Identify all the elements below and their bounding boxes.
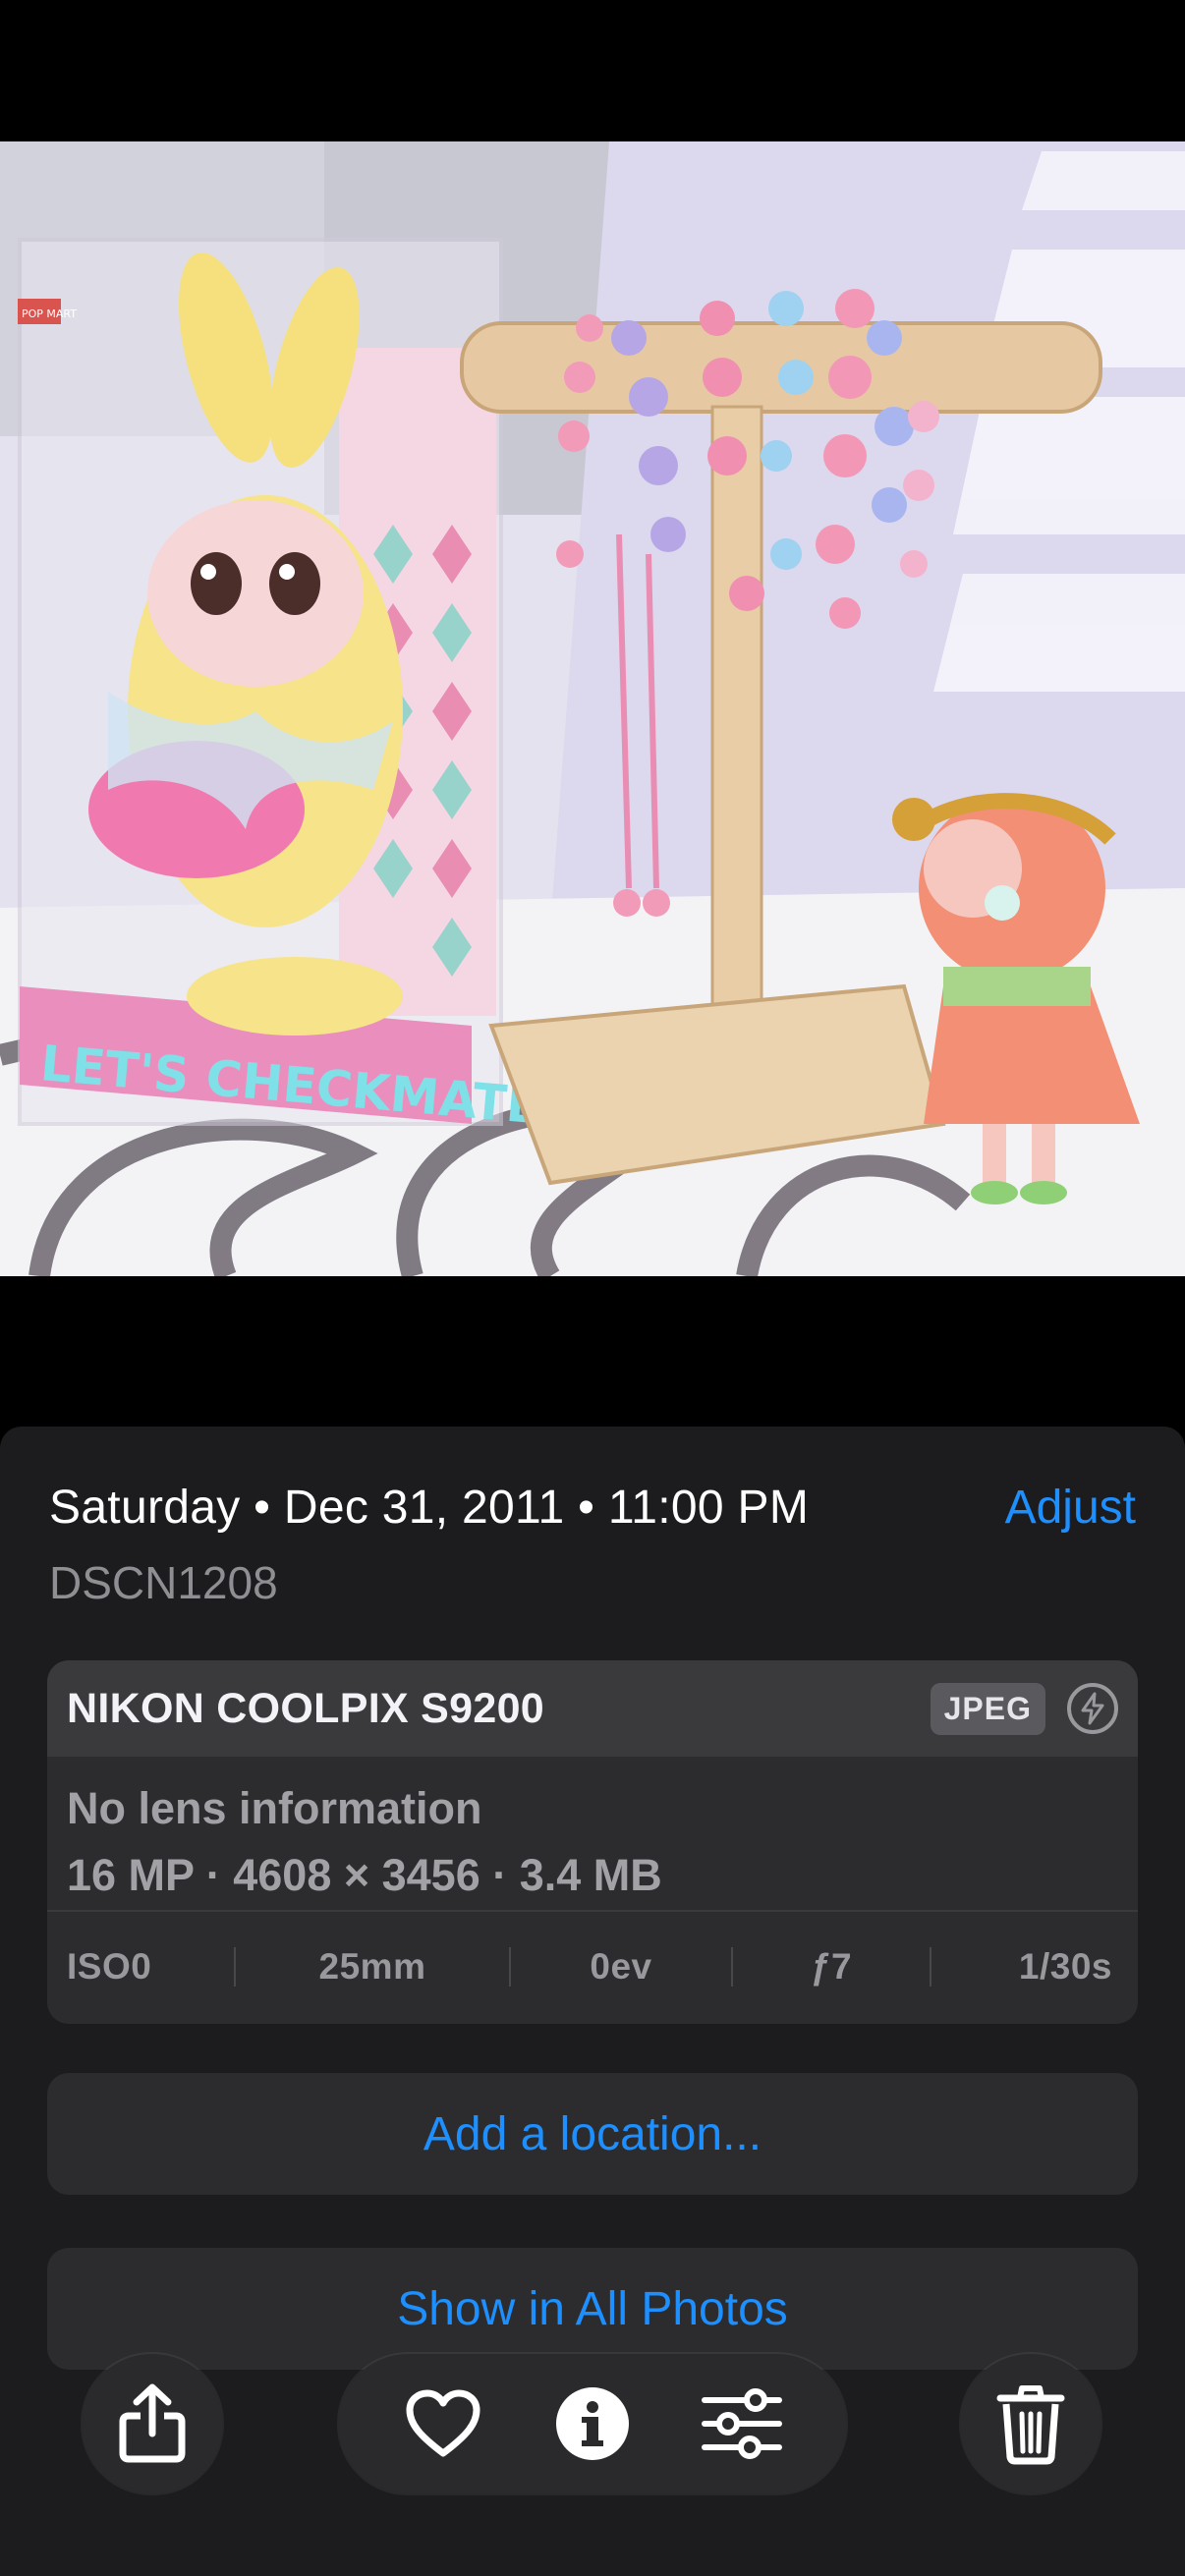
share-button[interactable] [83, 2354, 222, 2493]
photo[interactable]: LET'S CHECKMATE POP MART [0, 141, 1185, 1276]
camera-badges: JPEG [930, 1682, 1118, 1735]
share-icon [108, 2380, 197, 2468]
exif-row: ISO0 25mm 0ev ƒ7 1/30s [47, 1912, 1138, 2022]
add-location-button[interactable]: Add a location... [47, 2073, 1138, 2195]
image-specs: 16 MP · 4608 × 3456 · 3.4 MB [67, 1850, 662, 1900]
exif-exposure-bias: 0ev [590, 1946, 652, 1987]
filename-text: DSCN1208 [49, 1557, 278, 1608]
info-icon[interactable] [548, 2380, 637, 2468]
format-badge: JPEG [930, 1682, 1045, 1735]
toolbar-center-group [339, 2354, 846, 2493]
camera-metadata-card: NIKON COOLPIX S9200 JPEG No lens informa… [47, 1660, 1138, 2024]
date-row: Saturday • Dec 31, 2011 • 11:00 PM Adjus… [49, 1478, 1136, 1537]
exif-shutter-speed: 1/30s [1018, 1946, 1112, 1987]
heart-icon[interactable] [399, 2380, 487, 2468]
adjust-date-button[interactable]: Adjust [1005, 1481, 1136, 1535]
lens-info: No lens information [67, 1783, 482, 1833]
photo-viewer-screen: LET'S CHECKMATE POP MART Saturday • Dec … [0, 0, 1185, 2576]
camera-header: NIKON COOLPIX S9200 JPEG [47, 1660, 1138, 1757]
trash-icon [987, 2380, 1075, 2468]
exif-focal-length: 25mm [318, 1946, 426, 1987]
photo-illustration: LET'S CHECKMATE POP MART [0, 141, 1185, 1276]
sliders-icon[interactable] [698, 2380, 786, 2468]
camera-model: NIKON COOLPIX S9200 [67, 1684, 545, 1732]
date-time-text: Saturday • Dec 31, 2011 • 11:00 PM [49, 1481, 810, 1534]
lens-block: No lens information 16 MP · 4608 × 3456 … [47, 1757, 1138, 1912]
exif-iso: ISO0 [67, 1946, 152, 1987]
flash-off-icon [1067, 1683, 1118, 1734]
brand-mark-text: POP MART [22, 308, 77, 320]
exif-aperture: ƒ7 [810, 1946, 853, 1987]
show-in-all-photos-button[interactable]: Show in All Photos [47, 2248, 1138, 2370]
delete-button[interactable] [961, 2354, 1100, 2493]
